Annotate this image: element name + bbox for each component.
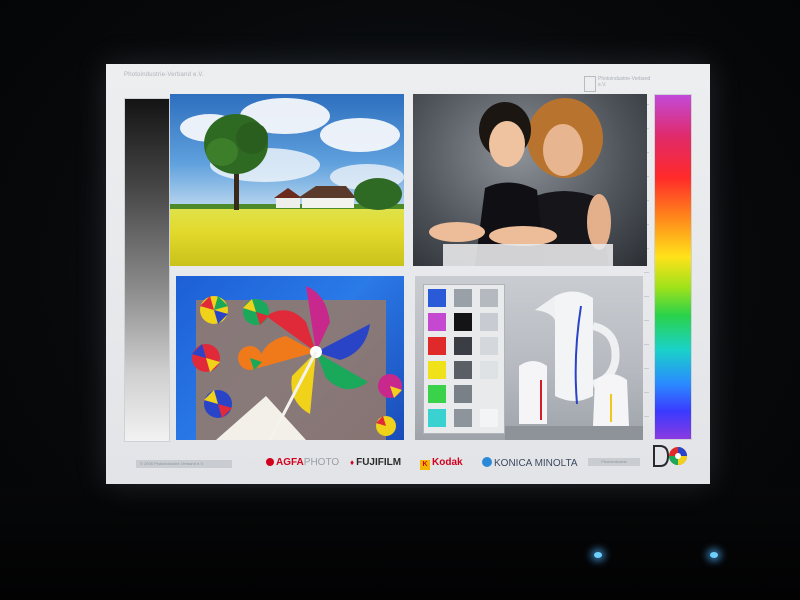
logo-fujifilm: ♦ FUJIFILM: [350, 457, 401, 468]
dq-logo-icon: [653, 445, 687, 467]
white-vases: [505, 291, 643, 440]
copyright-bar: © 2005 Photoindustrie-Verband e.V.: [136, 460, 232, 468]
landscape-photo: [170, 94, 404, 266]
logo-konica-minolta: KONICA MINOLTA: [482, 457, 578, 469]
color-spectrum-ramp: [654, 94, 692, 440]
status-led-icon: [710, 552, 718, 558]
konica-globe-icon: [482, 457, 492, 467]
desk-surface: [0, 488, 800, 600]
brand-mark-icon: [584, 76, 596, 92]
logo-fujifilm-text: FUJIFILM: [356, 457, 402, 468]
header-line: Photoindustrie-Verband e.V.: [124, 72, 204, 78]
brand-text: Photoindustrie-Verband e.V.: [598, 76, 651, 88]
footer-right-bar: Photoindustrie: [588, 458, 640, 466]
logo-photo-text: PHOTO: [303, 457, 340, 468]
gray-scale-ramp: [124, 98, 170, 442]
monitor-screen: Photoindustrie-Verband e.V. Photoindustr…: [106, 64, 710, 484]
logo-agfa-text: AGFA: [276, 457, 304, 468]
portrait-photo: [413, 94, 647, 266]
tree-and-farmhouse: [204, 114, 402, 210]
logo-kodak-text: Kodak: [432, 457, 463, 468]
logo-konica-text: KONICA MINOLTA: [494, 458, 578, 469]
colorchecker-vases-photo: [415, 276, 643, 440]
power-led-icon: [594, 552, 602, 558]
logo-agfaphoto: AGFAPHOTO: [266, 457, 339, 468]
pinwheels-photo: [176, 276, 404, 440]
fujifilm-mark-icon: ♦: [350, 458, 355, 467]
logo-kodak: K Kodak: [420, 457, 463, 470]
kodak-k-icon: K: [420, 460, 430, 470]
agfa-dot-icon: [266, 458, 274, 466]
